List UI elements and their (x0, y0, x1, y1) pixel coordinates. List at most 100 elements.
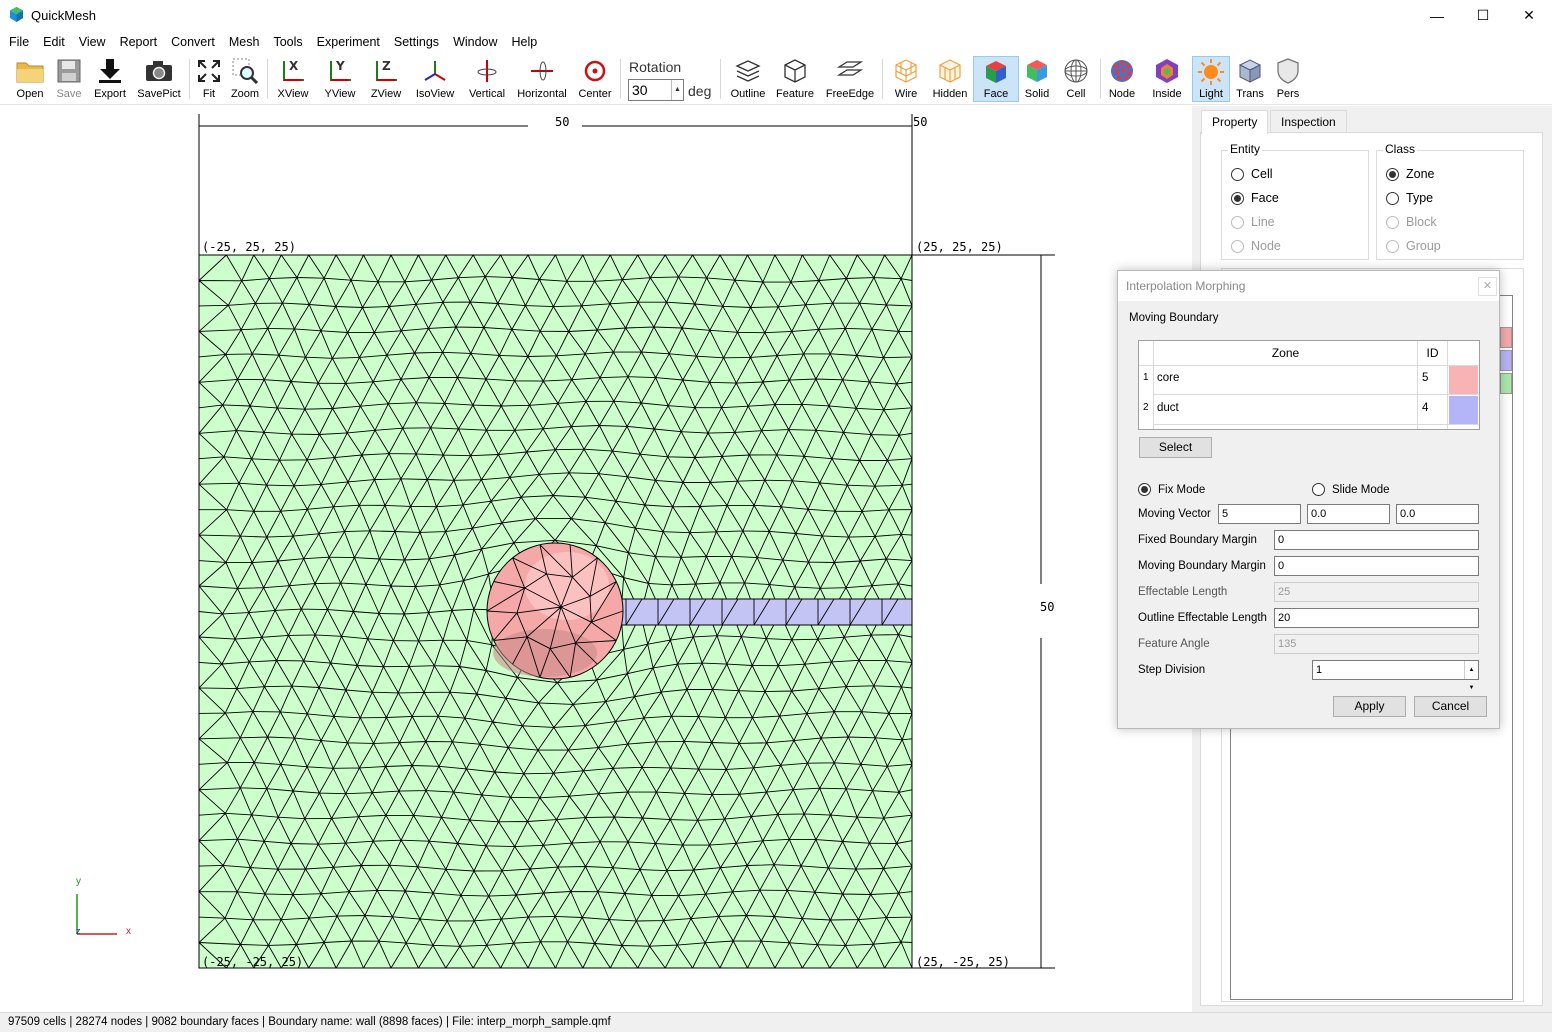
center-button[interactable]: Center (576, 56, 614, 102)
radio-indicator (1386, 167, 1399, 181)
tab-property[interactable]: Property (1201, 110, 1269, 134)
outline-button[interactable]: Outline (729, 56, 767, 102)
horizontal-rotate-icon (527, 56, 557, 86)
entity-radio-cell[interactable]: Cell (1231, 167, 1273, 181)
cell-button[interactable]: Cell (1061, 56, 1091, 102)
axis-y-label: y (76, 876, 81, 887)
export-button[interactable]: Export (90, 56, 130, 102)
moving-vector-x-input[interactable]: 5 (1218, 504, 1301, 524)
fixed-boundary-margin-input[interactable]: 0 (1274, 530, 1479, 550)
node-sphere-icon (1107, 56, 1137, 86)
xview-button[interactable]: X XView (275, 56, 311, 102)
pers-button[interactable]: Pers (1273, 56, 1303, 102)
table-cell-id[interactable]: 5 (1422, 363, 1448, 393)
fit-button[interactable]: Fit (194, 56, 224, 102)
transparent-cube-icon (1235, 56, 1265, 86)
zone-color-swatch[interactable] (1500, 350, 1512, 371)
table-cell-zone[interactable]: duct (1157, 393, 1417, 423)
menu-mesh[interactable]: Mesh (222, 31, 267, 53)
light-button[interactable]: Light (1192, 56, 1230, 102)
radio-indicator (1231, 191, 1244, 205)
savepict-button[interactable]: SavePict (135, 56, 183, 102)
close-button[interactable]: ✕ (1506, 0, 1552, 31)
node-button[interactable]: Node (1105, 56, 1139, 102)
menu-convert[interactable]: Convert (164, 31, 222, 53)
isoview-button[interactable]: IsoView (413, 56, 457, 102)
menu-experiment[interactable]: Experiment (310, 31, 387, 53)
class-group-title: Class (1383, 142, 1418, 156)
moving-boundary-margin-input[interactable]: 0 (1274, 556, 1479, 576)
menu-report[interactable]: Report (113, 31, 165, 53)
open-button[interactable]: Open (12, 56, 48, 102)
toolbar-separator (720, 59, 721, 99)
step-division-spinner[interactable]: ▲ ▼ (1464, 661, 1478, 691)
menu-file[interactable]: File (2, 31, 36, 53)
sphere-shadow (493, 629, 597, 677)
effectable-length-label: Effectable Length (1138, 586, 1228, 598)
menu-edit[interactable]: Edit (36, 31, 72, 53)
inside-button[interactable]: Inside (1149, 56, 1185, 102)
apply-button[interactable]: Apply (1333, 696, 1406, 717)
class-radio-group: Group (1386, 239, 1441, 253)
horizontal-button[interactable]: Horizontal (515, 56, 569, 102)
tab-inspection[interactable]: Inspection (1270, 110, 1347, 133)
zoom-button[interactable]: Zoom (229, 56, 261, 102)
magnifier-icon (230, 56, 260, 86)
moving-vector-z-input[interactable]: 0.0 (1396, 504, 1479, 524)
solid-cube-icon (1022, 56, 1052, 86)
wire-button[interactable]: Wire (889, 56, 923, 102)
outline-effectable-length-input[interactable]: 20 (1274, 608, 1479, 628)
spin-down-icon: ▼ (1468, 685, 1475, 691)
radio-indicator (1231, 239, 1244, 253)
dialog-title-bar: Interpolation Morphing ✕ (1118, 271, 1499, 301)
select-button[interactable]: Select (1139, 437, 1212, 458)
moving-boundary-table: Zone ID 1 core 5 2 duct 4 (1138, 340, 1480, 430)
dimension-right: 50 (1040, 600, 1055, 614)
rotation-input[interactable]: 30 ▲▼ (628, 79, 684, 113)
maximize-button[interactable]: ☐ (1460, 0, 1506, 31)
yview-button[interactable]: Y YView (321, 56, 359, 102)
vertical-button[interactable]: Vertical (467, 56, 507, 102)
table-cell-color[interactable] (1449, 366, 1478, 394)
sun-icon (1196, 57, 1226, 86)
table-cell-id[interactable]: 4 (1422, 393, 1448, 423)
freeedge-button[interactable]: FreeEdge (824, 56, 876, 102)
entity-radio-face[interactable]: Face (1231, 191, 1279, 205)
face-cube-icon (981, 57, 1011, 86)
moving-vector-y-input[interactable]: 0.0 (1307, 504, 1390, 524)
feature-button[interactable]: Feature (774, 56, 816, 102)
fixed-boundary-margin-label: Fixed Boundary Margin (1138, 534, 1257, 546)
zview-button[interactable]: Z ZView (367, 56, 405, 102)
slide-mode-radio[interactable]: Slide Mode (1312, 483, 1390, 496)
class-radio-zone[interactable]: Zone (1386, 167, 1435, 181)
class-radio-type[interactable]: Type (1386, 191, 1433, 205)
step-division-spinbox[interactable]: 1 ▲ ▼ (1312, 660, 1479, 691)
face-button[interactable]: Face (973, 56, 1019, 102)
fix-mode-radio[interactable]: Fix Mode (1138, 483, 1205, 496)
column-header-id[interactable]: ID (1418, 341, 1448, 365)
column-header-zone[interactable]: Zone (1154, 341, 1418, 365)
hidden-button[interactable]: Hidden (929, 56, 971, 102)
vertical-rotate-icon (472, 56, 502, 86)
zone-color-swatch[interactable] (1500, 327, 1512, 348)
menu-settings[interactable]: Settings (387, 31, 446, 53)
outline-effectable-length-label: Outline Effectable Length (1138, 612, 1267, 624)
menu-help[interactable]: Help (505, 31, 545, 53)
table-cell-color[interactable] (1449, 396, 1478, 424)
zone-color-swatch[interactable] (1500, 373, 1512, 394)
table-cell-zone[interactable]: core (1157, 363, 1417, 393)
minimize-button[interactable]: — (1414, 0, 1460, 31)
dialog-close-button[interactable]: ✕ (1478, 277, 1497, 296)
cancel-button[interactable]: Cancel (1414, 696, 1487, 717)
menu-window[interactable]: Window (446, 31, 504, 53)
rotation-spinner[interactable]: ▲▼ (671, 80, 683, 113)
viewport-3d[interactable]: 50 50 50 (-25, 25, 25) (25, 25, 25) (-25… (0, 106, 1192, 1012)
save-button[interactable]: Save (52, 56, 86, 102)
menu-view[interactable]: View (72, 31, 113, 53)
mesh-canvas[interactable] (0, 106, 1192, 1012)
solid-button[interactable]: Solid (1022, 56, 1052, 102)
title-bar: QuickMesh — ☐ ✕ (0, 0, 1552, 31)
menu-tools[interactable]: Tools (266, 31, 309, 53)
shield-icon (1273, 56, 1303, 86)
trans-button[interactable]: Trans (1234, 56, 1266, 102)
